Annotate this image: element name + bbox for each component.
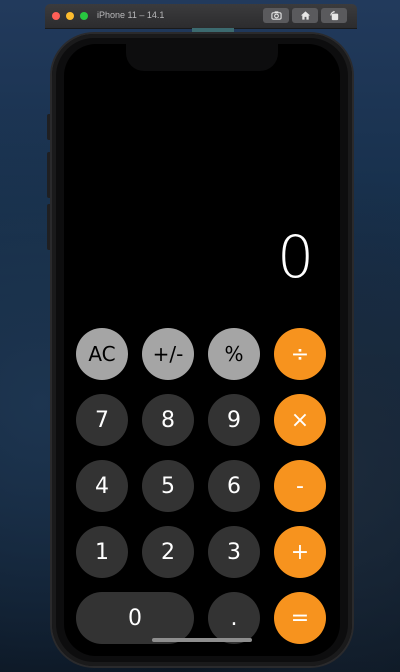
- screenshot-icon: [270, 11, 282, 20]
- volume-up-button: [47, 152, 51, 198]
- calculator-display: 0: [277, 223, 314, 291]
- digit-6-button[interactable]: 6: [208, 460, 260, 512]
- equals-button[interactable]: =: [274, 592, 326, 644]
- minimize-window-button[interactable]: [66, 12, 74, 20]
- percent-button[interactable]: %: [208, 328, 260, 380]
- digit-2-button[interactable]: 2: [142, 526, 194, 578]
- multiply-button[interactable]: ×: [274, 394, 326, 446]
- sign-toggle-button[interactable]: +/-: [142, 328, 194, 380]
- digit-8-button[interactable]: 8: [142, 394, 194, 446]
- digit-0-button[interactable]: 0: [76, 592, 194, 644]
- digit-1-button[interactable]: 1: [76, 526, 128, 578]
- add-button[interactable]: +: [274, 526, 326, 578]
- digit-7-button[interactable]: 7: [76, 394, 128, 446]
- silent-switch: [47, 114, 51, 140]
- simulator-title-bar: iPhone 11 – 14.1: [45, 4, 357, 28]
- rotate-button[interactable]: [321, 8, 347, 23]
- rotate-icon: [329, 10, 338, 21]
- iphone-frame: 0 AC +/- % ÷ 7 8 9 × 4 5 6 - 1 2 3 + 0 .…: [52, 34, 352, 666]
- volume-down-button: [47, 204, 51, 250]
- digit-5-button[interactable]: 5: [142, 460, 194, 512]
- decimal-button[interactable]: .: [208, 592, 260, 644]
- digit-9-button[interactable]: 9: [208, 394, 260, 446]
- zoom-window-button[interactable]: [80, 12, 88, 20]
- digit-4-button[interactable]: 4: [76, 460, 128, 512]
- screenshot-button[interactable]: [263, 8, 289, 23]
- subtract-button[interactable]: -: [274, 460, 326, 512]
- digit-3-button[interactable]: 3: [208, 526, 260, 578]
- home-button[interactable]: [292, 8, 318, 23]
- divide-button[interactable]: ÷: [274, 328, 326, 380]
- notch: [126, 44, 278, 71]
- home-icon: [300, 11, 310, 20]
- close-window-button[interactable]: [52, 12, 60, 20]
- simulator-title: iPhone 11 – 14.1: [97, 10, 165, 20]
- calculator-screen: 0 AC +/- % ÷ 7 8 9 × 4 5 6 - 1 2 3 + 0 .…: [64, 44, 340, 656]
- home-indicator[interactable]: [152, 638, 252, 642]
- all-clear-button[interactable]: AC: [76, 328, 128, 380]
